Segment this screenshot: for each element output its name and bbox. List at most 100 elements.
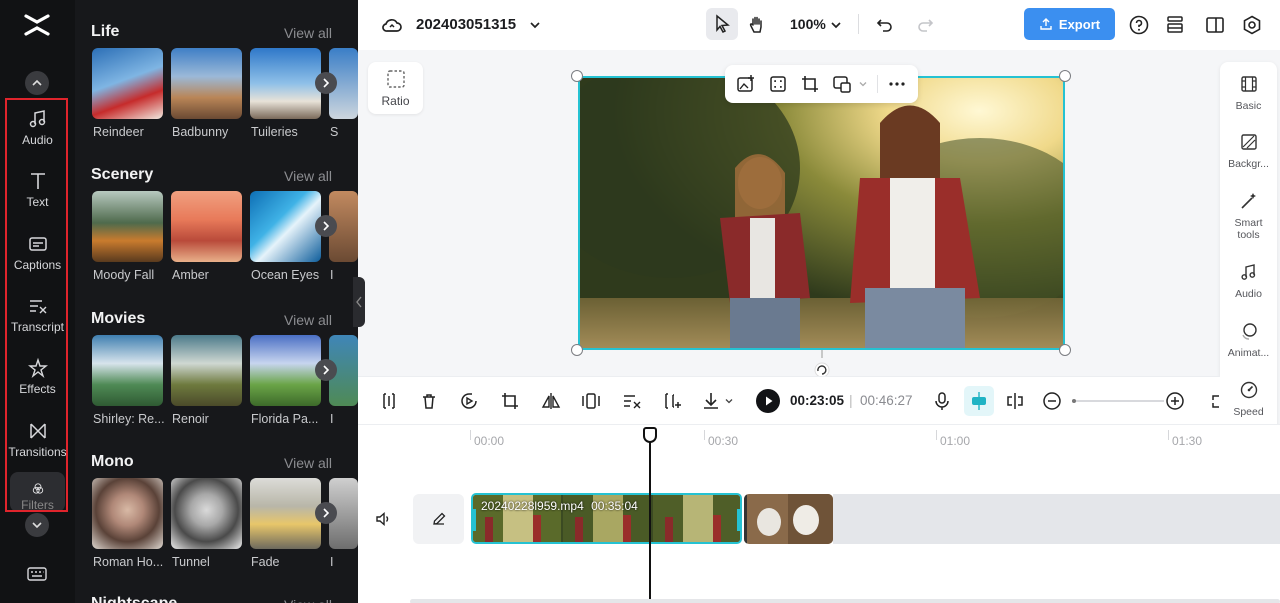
redo-icon[interactable] (913, 13, 937, 37)
export-button[interactable]: Export (1024, 8, 1115, 40)
video-clip[interactable] (744, 494, 833, 544)
filter-name: Reindeer (93, 125, 144, 139)
filter-thumbnail[interactable] (92, 335, 163, 406)
video-preview[interactable] (578, 76, 1065, 350)
chevron-down-icon[interactable] (858, 79, 868, 89)
play-button[interactable] (756, 389, 780, 413)
zoom-slider-thumb[interactable] (1069, 396, 1079, 406)
filter-name: Renoir (172, 412, 209, 426)
download-icon[interactable] (700, 390, 722, 412)
chevron-right-icon (323, 508, 330, 518)
current-time: 00:23:05 (790, 393, 845, 408)
filter-thumbnail[interactable] (250, 478, 321, 549)
chevron-down-icon[interactable] (824, 13, 848, 37)
select-tool-button[interactable] (706, 8, 738, 40)
delete-trash-icon[interactable] (418, 390, 440, 412)
microphone-icon[interactable] (931, 390, 953, 412)
reverse-play-icon[interactable] (458, 390, 480, 412)
shortcuts-icon[interactable] (1163, 13, 1187, 37)
top-bar: 202403051315 100% Export (358, 0, 1280, 50)
resize-handle-top-left[interactable] (571, 70, 583, 82)
crop-icon[interactable] (499, 390, 521, 412)
filter-thumbnail[interactable] (250, 48, 321, 119)
filter-thumbnail[interactable] (171, 335, 242, 406)
chevron-down-icon[interactable] (724, 396, 734, 406)
filter-name: Badbunny (172, 125, 229, 139)
view-all-link[interactable]: View all (284, 312, 332, 328)
auto-reframe-icon[interactable] (661, 390, 683, 412)
filter-name: Tuileries (251, 125, 298, 139)
view-all-link[interactable]: View all (284, 455, 332, 471)
ratio-button[interactable]: Ratio (368, 62, 423, 114)
settings-gear-icon[interactable] (1240, 13, 1264, 37)
chevron-left-icon (356, 296, 362, 308)
filter-thumbnail[interactable] (92, 191, 163, 262)
playhead-line[interactable] (649, 437, 651, 603)
property-basic[interactable]: Basic (1220, 74, 1277, 112)
filter-thumbnail[interactable] (171, 191, 242, 262)
help-icon[interactable] (1127, 13, 1151, 37)
filter-thumbnail[interactable] (171, 48, 242, 119)
property-background[interactable]: Backgr... (1220, 132, 1277, 170)
filter-name: Tunnel (172, 555, 210, 569)
panel-collapse-handle[interactable] (353, 277, 365, 327)
rotate-handle-icon[interactable] (809, 350, 835, 378)
scroll-right-button[interactable] (315, 502, 337, 524)
resize-handle-top-right[interactable] (1059, 70, 1071, 82)
clip-duration: 00:35:04 (591, 499, 638, 513)
resize-handle-bottom-right[interactable] (1059, 344, 1071, 356)
filter-thumbnail[interactable] (250, 335, 321, 406)
split-icon[interactable] (378, 390, 400, 412)
layout-panel-icon[interactable] (1203, 13, 1227, 37)
section-title: Nightscape (91, 595, 177, 603)
image-add-icon[interactable] (736, 74, 756, 94)
timeline-scrollbar[interactable] (410, 599, 1280, 603)
scroll-right-button[interactable] (315, 215, 337, 237)
video-clip[interactable]: 20240228l959.mp4 00:35:04 (471, 493, 742, 544)
zoom-level-dropdown[interactable]: 100% (790, 16, 826, 32)
freeze-frame-icon[interactable] (580, 390, 602, 412)
filter-thumbnail[interactable] (250, 191, 321, 262)
resize-handle-bottom-left[interactable] (571, 344, 583, 356)
filter-thumbnail[interactable] (92, 478, 163, 549)
filter-name: Fade (251, 555, 280, 569)
rail-scroll-down-button[interactable] (25, 513, 49, 537)
view-all-link[interactable]: View all (284, 597, 332, 603)
fit-frame-icon[interactable] (768, 74, 788, 94)
mirror-flip-icon[interactable] (540, 390, 562, 412)
chevron-down-icon[interactable] (523, 13, 547, 37)
property-smart-tools[interactable]: Smart tools (1220, 191, 1277, 241)
ruler-tick (1168, 430, 1169, 440)
remove-background-icon[interactable] (621, 390, 643, 412)
scroll-right-button[interactable] (315, 72, 337, 94)
chevron-right-icon (323, 221, 330, 231)
fit-timeline-icon[interactable] (1210, 390, 1220, 412)
view-all-link[interactable]: View all (284, 168, 332, 184)
link-clips-icon[interactable] (1004, 390, 1026, 412)
magnet-snap-button[interactable] (964, 386, 994, 416)
undo-icon[interactable] (873, 13, 897, 37)
property-label: Backgr... (1228, 158, 1269, 170)
hand-pan-icon[interactable] (745, 13, 769, 37)
replace-media-icon[interactable] (832, 74, 852, 94)
rail-scroll-up-button[interactable] (25, 71, 49, 95)
cloud-sync-icon[interactable] (380, 13, 404, 37)
filter-thumbnail[interactable] (171, 478, 242, 549)
project-name[interactable]: 202403051315 (416, 16, 516, 33)
property-speed[interactable]: Speed (1220, 380, 1277, 418)
zoom-slider-track[interactable] (1072, 400, 1164, 402)
property-animation[interactable]: Animat... (1220, 321, 1277, 359)
more-options-icon[interactable] (887, 74, 907, 94)
scroll-right-button[interactable] (315, 359, 337, 381)
view-all-link[interactable]: View all (284, 25, 332, 41)
crop-icon[interactable] (800, 74, 820, 94)
filter-thumbnail[interactable] (92, 48, 163, 119)
property-audio[interactable]: Audio (1220, 262, 1277, 300)
keyboard-icon[interactable] (25, 563, 49, 585)
timeline[interactable]: 00:00 00:30 01:00 01:30 20240228l959.mp4 (358, 424, 1280, 603)
zoom-out-icon[interactable] (1041, 390, 1063, 412)
track-volume-icon[interactable] (374, 510, 392, 528)
track-edit-button[interactable] (413, 494, 464, 544)
zoom-in-icon[interactable] (1164, 390, 1186, 412)
playhead-handle[interactable] (643, 427, 657, 443)
